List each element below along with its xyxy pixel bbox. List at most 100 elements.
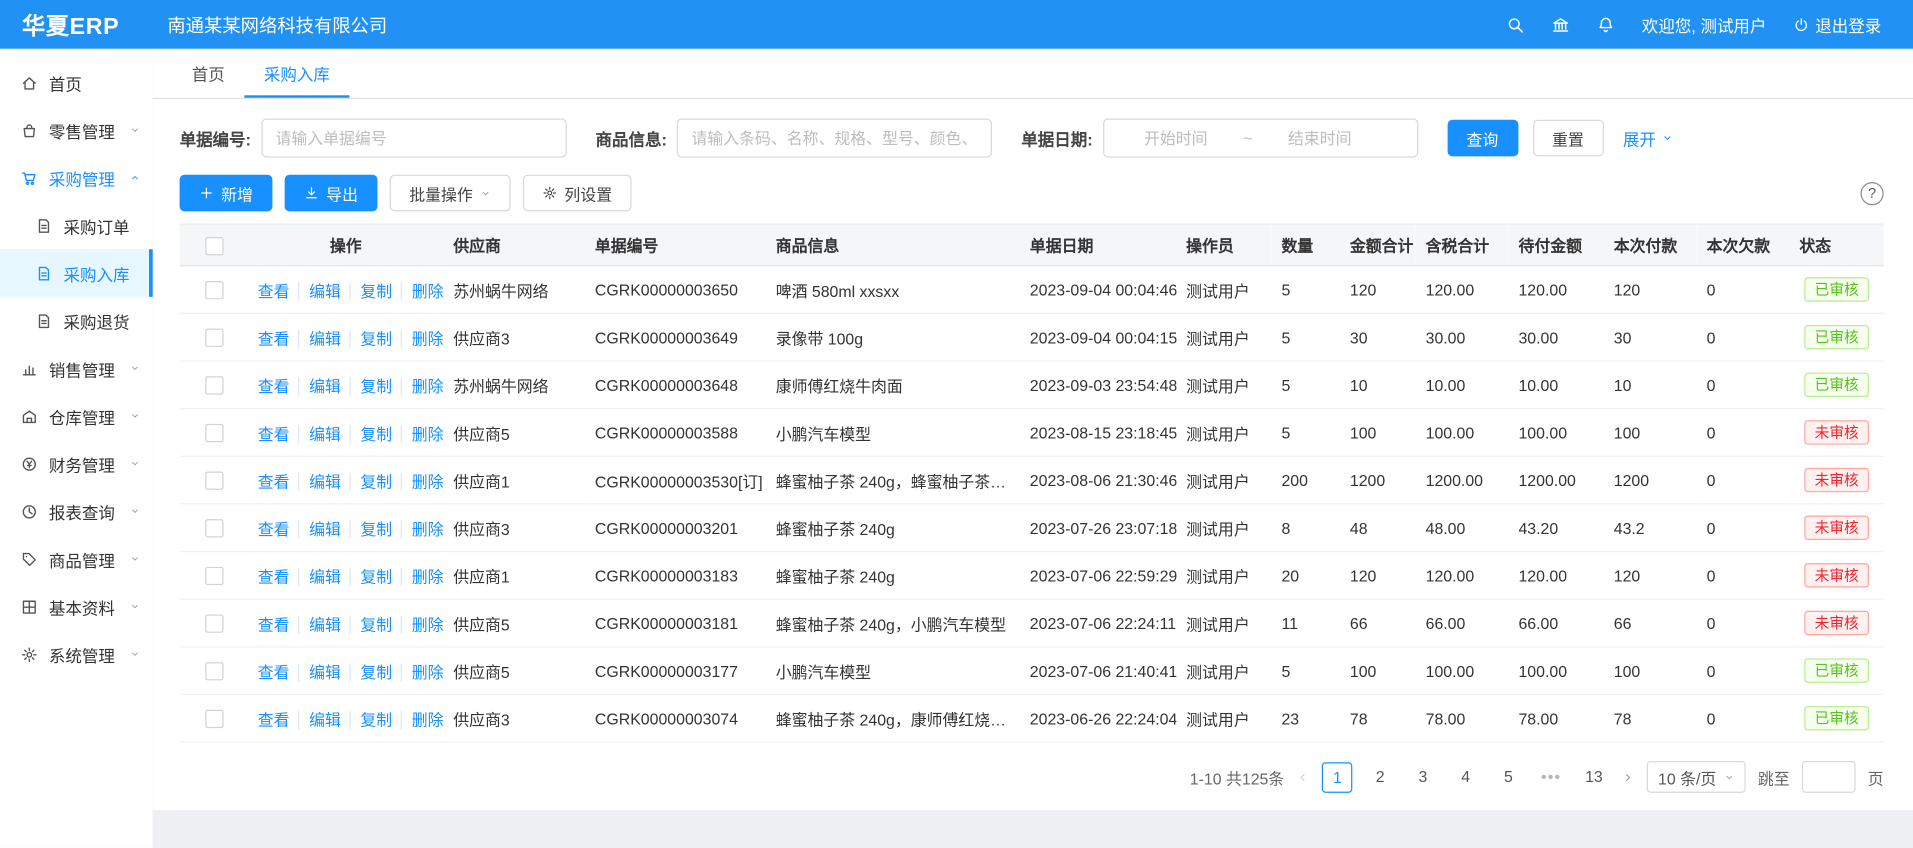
goods-input[interactable]	[677, 118, 992, 157]
row-checkbox[interactable]	[205, 662, 223, 680]
search-button[interactable]: 查询	[1447, 120, 1518, 157]
next-page-button[interactable]	[1621, 770, 1634, 783]
view-link[interactable]: 查看	[258, 472, 290, 490]
copy-link[interactable]: 复制	[349, 329, 392, 347]
page-button-4[interactable]: 4	[1450, 762, 1481, 793]
delete-link[interactable]: 删除	[401, 282, 444, 300]
row-checkbox[interactable]	[205, 567, 223, 585]
sidebar-item-retail[interactable]: 零售管理	[0, 106, 153, 154]
page-button-2[interactable]: 2	[1365, 762, 1396, 793]
delete-link[interactable]: 删除	[401, 472, 444, 490]
sidebar-item-purchase-return[interactable]: 采购退货	[0, 297, 153, 345]
tab-purchase-in[interactable]: 采购入库	[244, 49, 349, 98]
view-link[interactable]: 查看	[258, 425, 290, 443]
edit-link[interactable]: 编辑	[298, 663, 341, 681]
sidebar-item-home[interactable]: 首页	[0, 59, 153, 107]
sidebar-item-purchase-in[interactable]: 采购入库	[0, 249, 153, 297]
delete-link[interactable]: 删除	[401, 567, 444, 585]
sidebar-item-system[interactable]: 系统管理	[0, 630, 153, 678]
edit-link[interactable]: 编辑	[298, 520, 341, 538]
edit-link[interactable]: 编辑	[298, 329, 341, 347]
page-button-last[interactable]: 13	[1579, 762, 1610, 793]
copy-link[interactable]: 复制	[349, 567, 392, 585]
copy-link[interactable]: 复制	[349, 663, 392, 681]
sidebar-item-finance[interactable]: 财务管理	[0, 440, 153, 488]
edit-link[interactable]: 编辑	[298, 567, 341, 585]
prev-page-button[interactable]	[1296, 770, 1309, 783]
bank-icon[interactable]	[1551, 15, 1569, 33]
sidebar-item-purchase[interactable]: 采购管理	[0, 154, 153, 202]
view-link[interactable]: 查看	[258, 710, 290, 728]
cell-supplier: 供应商3	[443, 694, 585, 742]
sidebar-item-warehouse[interactable]: 仓库管理	[0, 392, 153, 440]
sidebar-item-report[interactable]: 报表查询	[0, 487, 153, 535]
cell-amount: 100	[1340, 647, 1416, 695]
status-badge: 未审核	[1805, 611, 1869, 635]
expand-link[interactable]: 展开	[1623, 126, 1673, 150]
page-button-1[interactable]: 1	[1322, 762, 1353, 793]
row-checkbox[interactable]	[205, 615, 223, 633]
edit-link[interactable]: 编辑	[298, 425, 341, 443]
delete-link[interactable]: 删除	[401, 663, 444, 681]
delete-link[interactable]: 删除	[401, 425, 444, 443]
copy-link[interactable]: 复制	[349, 472, 392, 490]
page-button-5[interactable]: 5	[1493, 762, 1524, 793]
view-link[interactable]: 查看	[258, 520, 290, 538]
column-settings-button[interactable]: 列设置	[523, 175, 632, 212]
batch-actions-button[interactable]: 批量操作	[390, 175, 511, 212]
date-end-input[interactable]	[1258, 129, 1383, 147]
copy-link[interactable]: 复制	[349, 615, 392, 633]
row-checkbox[interactable]	[205, 329, 223, 347]
date-range-picker[interactable]: ~	[1102, 118, 1417, 157]
view-link[interactable]: 查看	[258, 282, 290, 300]
edit-link[interactable]: 编辑	[298, 472, 341, 490]
export-button[interactable]: 导出	[285, 175, 378, 212]
row-checkbox[interactable]	[205, 519, 223, 537]
delete-link[interactable]: 删除	[401, 377, 444, 395]
row-checkbox[interactable]	[205, 281, 223, 299]
copy-link[interactable]: 复制	[349, 520, 392, 538]
row-checkbox[interactable]	[205, 424, 223, 442]
sidebar-item-purchase-order[interactable]: 采购订单	[0, 202, 153, 250]
copy-link[interactable]: 复制	[349, 282, 392, 300]
page-size-select[interactable]: 10 条/页	[1647, 761, 1746, 793]
sidebar-item-sale[interactable]: 销售管理	[0, 344, 153, 392]
row-checkbox[interactable]	[205, 710, 223, 728]
bell-icon[interactable]	[1597, 15, 1615, 33]
search-icon[interactable]	[1506, 15, 1524, 33]
edit-link[interactable]: 编辑	[298, 710, 341, 728]
copy-link[interactable]: 复制	[349, 377, 392, 395]
tab-home[interactable]: 首页	[172, 49, 244, 98]
edit-link[interactable]: 编辑	[298, 377, 341, 395]
sidebar-item-basic-data[interactable]: 基本资料	[0, 583, 153, 631]
copy-link[interactable]: 复制	[349, 425, 392, 443]
edit-link[interactable]: 编辑	[298, 282, 341, 300]
jump-page-input[interactable]	[1802, 761, 1856, 793]
date-start-input[interactable]	[1113, 129, 1238, 147]
select-all-checkbox[interactable]	[205, 236, 223, 254]
sidebar-item-goods[interactable]: 商品管理	[0, 535, 153, 583]
page-ellipsis[interactable]: •••	[1536, 762, 1567, 793]
row-checkbox[interactable]	[205, 376, 223, 394]
reset-button[interactable]: 重置	[1533, 120, 1604, 157]
delete-link[interactable]: 删除	[401, 615, 444, 633]
page-button-3[interactable]: 3	[1408, 762, 1439, 793]
delete-link[interactable]: 删除	[401, 520, 444, 538]
edit-link[interactable]: 编辑	[298, 615, 341, 633]
cell-paid: 30	[1604, 313, 1697, 361]
view-link[interactable]: 查看	[258, 377, 290, 395]
table-row: 查看编辑复制删除 供应商3 CGRK00000003074 蜂蜜柚子茶 240g…	[180, 694, 1884, 742]
row-checkbox[interactable]	[205, 472, 223, 490]
copy-link[interactable]: 复制	[349, 710, 392, 728]
view-link[interactable]: 查看	[258, 615, 290, 633]
view-link[interactable]: 查看	[258, 567, 290, 585]
view-link[interactable]: 查看	[258, 663, 290, 681]
delete-link[interactable]: 删除	[401, 710, 444, 728]
view-link[interactable]: 查看	[258, 329, 290, 347]
delete-link[interactable]: 删除	[401, 329, 444, 347]
add-button[interactable]: 新增	[180, 175, 273, 212]
page-size-value: 10 条/页	[1658, 765, 1716, 788]
logout-button[interactable]: 退出登录	[1793, 12, 1881, 36]
bill-no-input[interactable]	[261, 118, 566, 157]
help-icon[interactable]: ?	[1860, 181, 1883, 204]
